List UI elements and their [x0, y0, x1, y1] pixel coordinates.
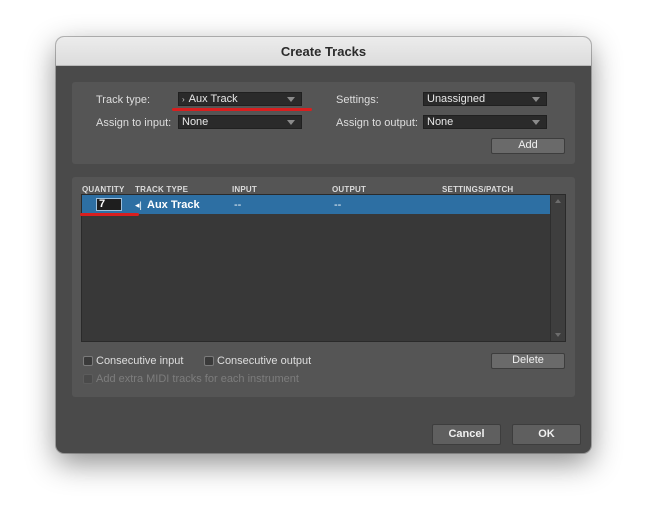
aux-track-type-icon: ◂| [135, 200, 142, 210]
assign-output-label: Assign to output: [336, 117, 418, 129]
chevron-down-icon [532, 120, 540, 125]
scroll-up-icon[interactable] [555, 199, 561, 203]
settings-value: Unassigned [427, 93, 486, 105]
chevron-down-icon [287, 97, 295, 102]
chevron-down-icon [287, 120, 295, 125]
assign-output-value: None [427, 116, 454, 128]
column-header-settings-patch: SETTINGS/PATCH [442, 185, 514, 194]
settings-select[interactable]: Unassigned [423, 92, 547, 106]
add-button[interactable]: Add [491, 138, 565, 154]
row-track-type[interactable]: Aux Track [147, 199, 200, 211]
assign-input-select[interactable]: None [178, 115, 302, 129]
red-underline-quantity [80, 213, 139, 216]
quantity-field[interactable]: 7 [96, 198, 122, 211]
table-scrollbar[interactable] [550, 195, 565, 341]
create-tracks-dialog: Create Tracks Track type: › Aux Track Ass… [56, 37, 591, 453]
row-input[interactable]: -- [234, 199, 241, 211]
track-type-select[interactable]: › Aux Track [178, 92, 302, 106]
cancel-button[interactable]: Cancel [432, 424, 501, 445]
delete-button[interactable]: Delete [491, 353, 565, 369]
assign-output-select[interactable]: None [423, 115, 547, 129]
track-type-value: Aux Track [188, 93, 238, 105]
consecutive-output-checkbox[interactable] [204, 356, 214, 366]
tracks-table [81, 194, 566, 342]
row-output[interactable]: -- [334, 199, 341, 211]
settings-label: Settings: [336, 94, 379, 106]
column-header-input: INPUT [232, 185, 257, 194]
scroll-down-icon[interactable] [555, 333, 561, 337]
consecutive-input-checkbox[interactable] [83, 356, 93, 366]
red-underline-track-type [172, 108, 312, 111]
chevron-down-icon [532, 97, 540, 102]
extra-midi-label: Add extra MIDI tracks for each instrumen… [96, 373, 299, 385]
assign-input-label: Assign to input: [96, 117, 172, 129]
extra-midi-checkbox[interactable] [83, 374, 93, 384]
title-bar[interactable]: Create Tracks [56, 37, 591, 66]
consecutive-output-label: Consecutive output [217, 355, 312, 367]
track-type-arrow-icon: › [182, 95, 185, 104]
column-header-track-type: TRACK TYPE [135, 185, 189, 194]
ok-button[interactable]: OK [512, 424, 581, 445]
column-header-quantity: QUANTITY [82, 185, 125, 194]
track-type-label: Track type: [96, 94, 150, 106]
dialog-title: Create Tracks [280, 44, 367, 59]
assign-input-value: None [182, 116, 209, 128]
consecutive-input-label: Consecutive input [96, 355, 184, 367]
column-header-output: OUTPUT [332, 185, 367, 194]
